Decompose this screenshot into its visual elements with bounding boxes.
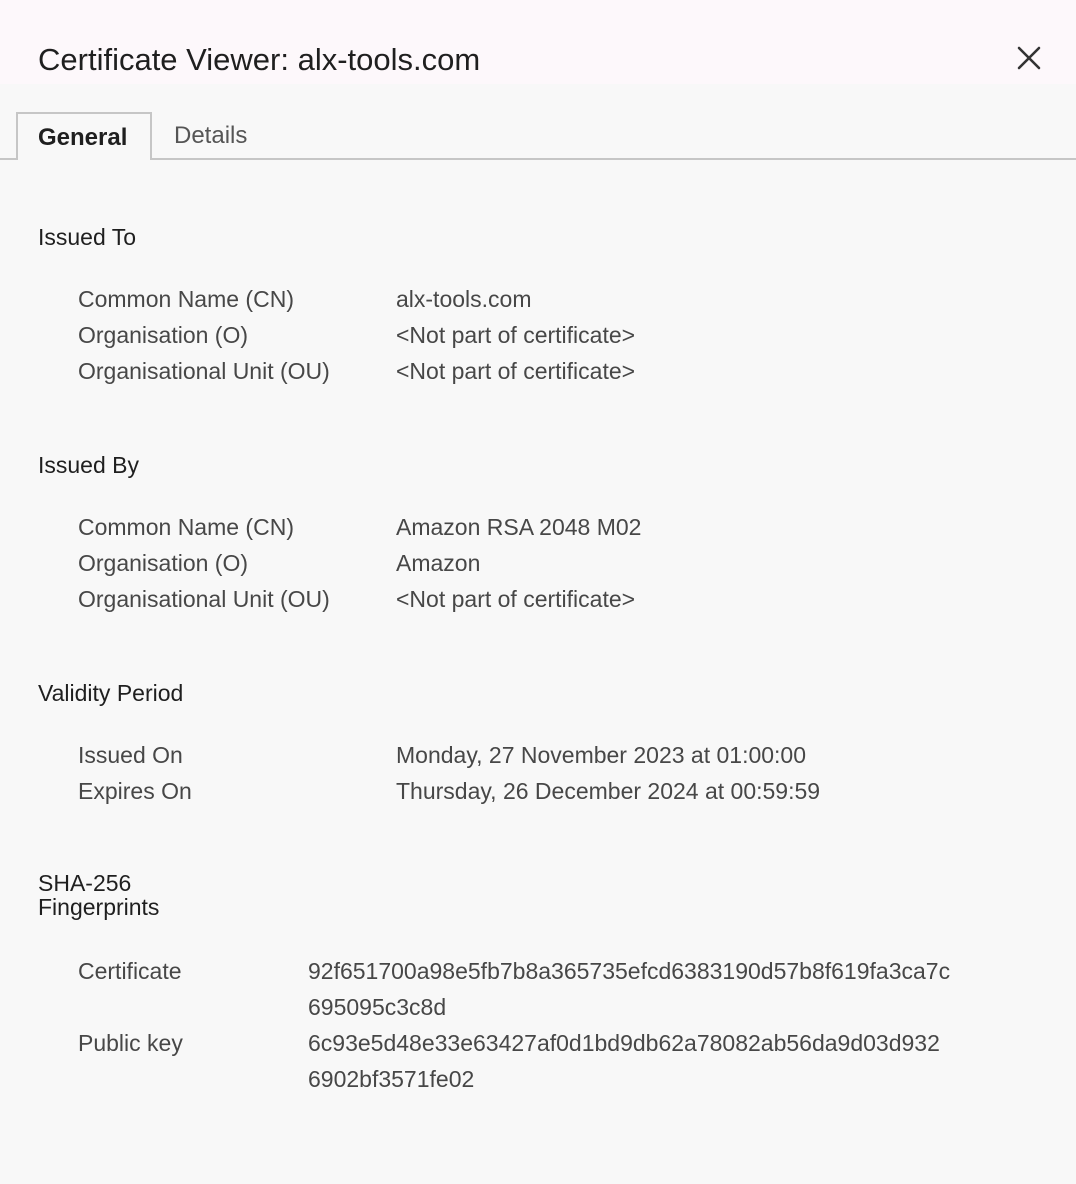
tab-details[interactable]: Details xyxy=(154,112,267,159)
public-key-fingerprint-value-line1: 6c93e5d48e33e63427af0d1bd9db62a78082ab56… xyxy=(308,1030,940,1056)
issued-by-cn-value: Amazon RSA 2048 M02 xyxy=(396,514,642,540)
expires-on-label: Expires On xyxy=(78,778,192,804)
section-heading-issued-by: Issued By xyxy=(38,452,139,478)
section-heading-validity: Validity Period xyxy=(38,680,184,706)
section-heading-fingerprints-line2: Fingerprints xyxy=(38,894,160,920)
dialog-title: Certificate Viewer: alx-tools.com xyxy=(38,42,481,77)
issued-to-ou-value: <Not part of certificate> xyxy=(396,358,636,384)
section-heading-issued-to: Issued To xyxy=(38,224,137,250)
section-heading-fingerprints-line1: SHA-256 xyxy=(38,870,132,896)
issued-to-cn-value: alx-tools.com xyxy=(396,286,532,312)
certificate-fingerprint-value-line2: 695095c3c8d xyxy=(308,994,447,1020)
close-button[interactable] xyxy=(1010,40,1050,80)
issued-by-o-value: Amazon xyxy=(396,550,481,576)
issued-to-o-label: Organisation (O) xyxy=(78,322,249,348)
issued-by-ou-value: <Not part of certificate> xyxy=(396,586,636,612)
issued-to-cn-label: Common Name (CN) xyxy=(78,286,294,312)
expires-on-value: Thursday, 26 December 2024 at 00:59:59 xyxy=(396,778,821,804)
issued-to-ou-label: Organisational Unit (OU) xyxy=(78,358,330,384)
tab-general[interactable]: General xyxy=(16,112,152,160)
issued-on-value: Monday, 27 November 2023 at 01:00:00 xyxy=(396,742,807,768)
public-key-fingerprint-label: Public key xyxy=(78,1030,183,1056)
issued-by-o-label: Organisation (O) xyxy=(78,550,249,576)
close-icon xyxy=(1017,46,1041,70)
issued-by-ou-label: Organisational Unit (OU) xyxy=(78,586,330,612)
public-key-fingerprint-value-line2: 6902bf3571fe02 xyxy=(308,1066,475,1092)
certificate-fingerprint-label: Certificate xyxy=(78,958,182,984)
issued-on-label: Issued On xyxy=(78,742,183,768)
issued-to-o-value: <Not part of certificate> xyxy=(396,322,636,348)
certificate-fingerprint-value-line1: 92f651700a98e5fb7b8a365735efcd6383190d57… xyxy=(308,958,951,984)
issued-by-cn-label: Common Name (CN) xyxy=(78,514,294,540)
